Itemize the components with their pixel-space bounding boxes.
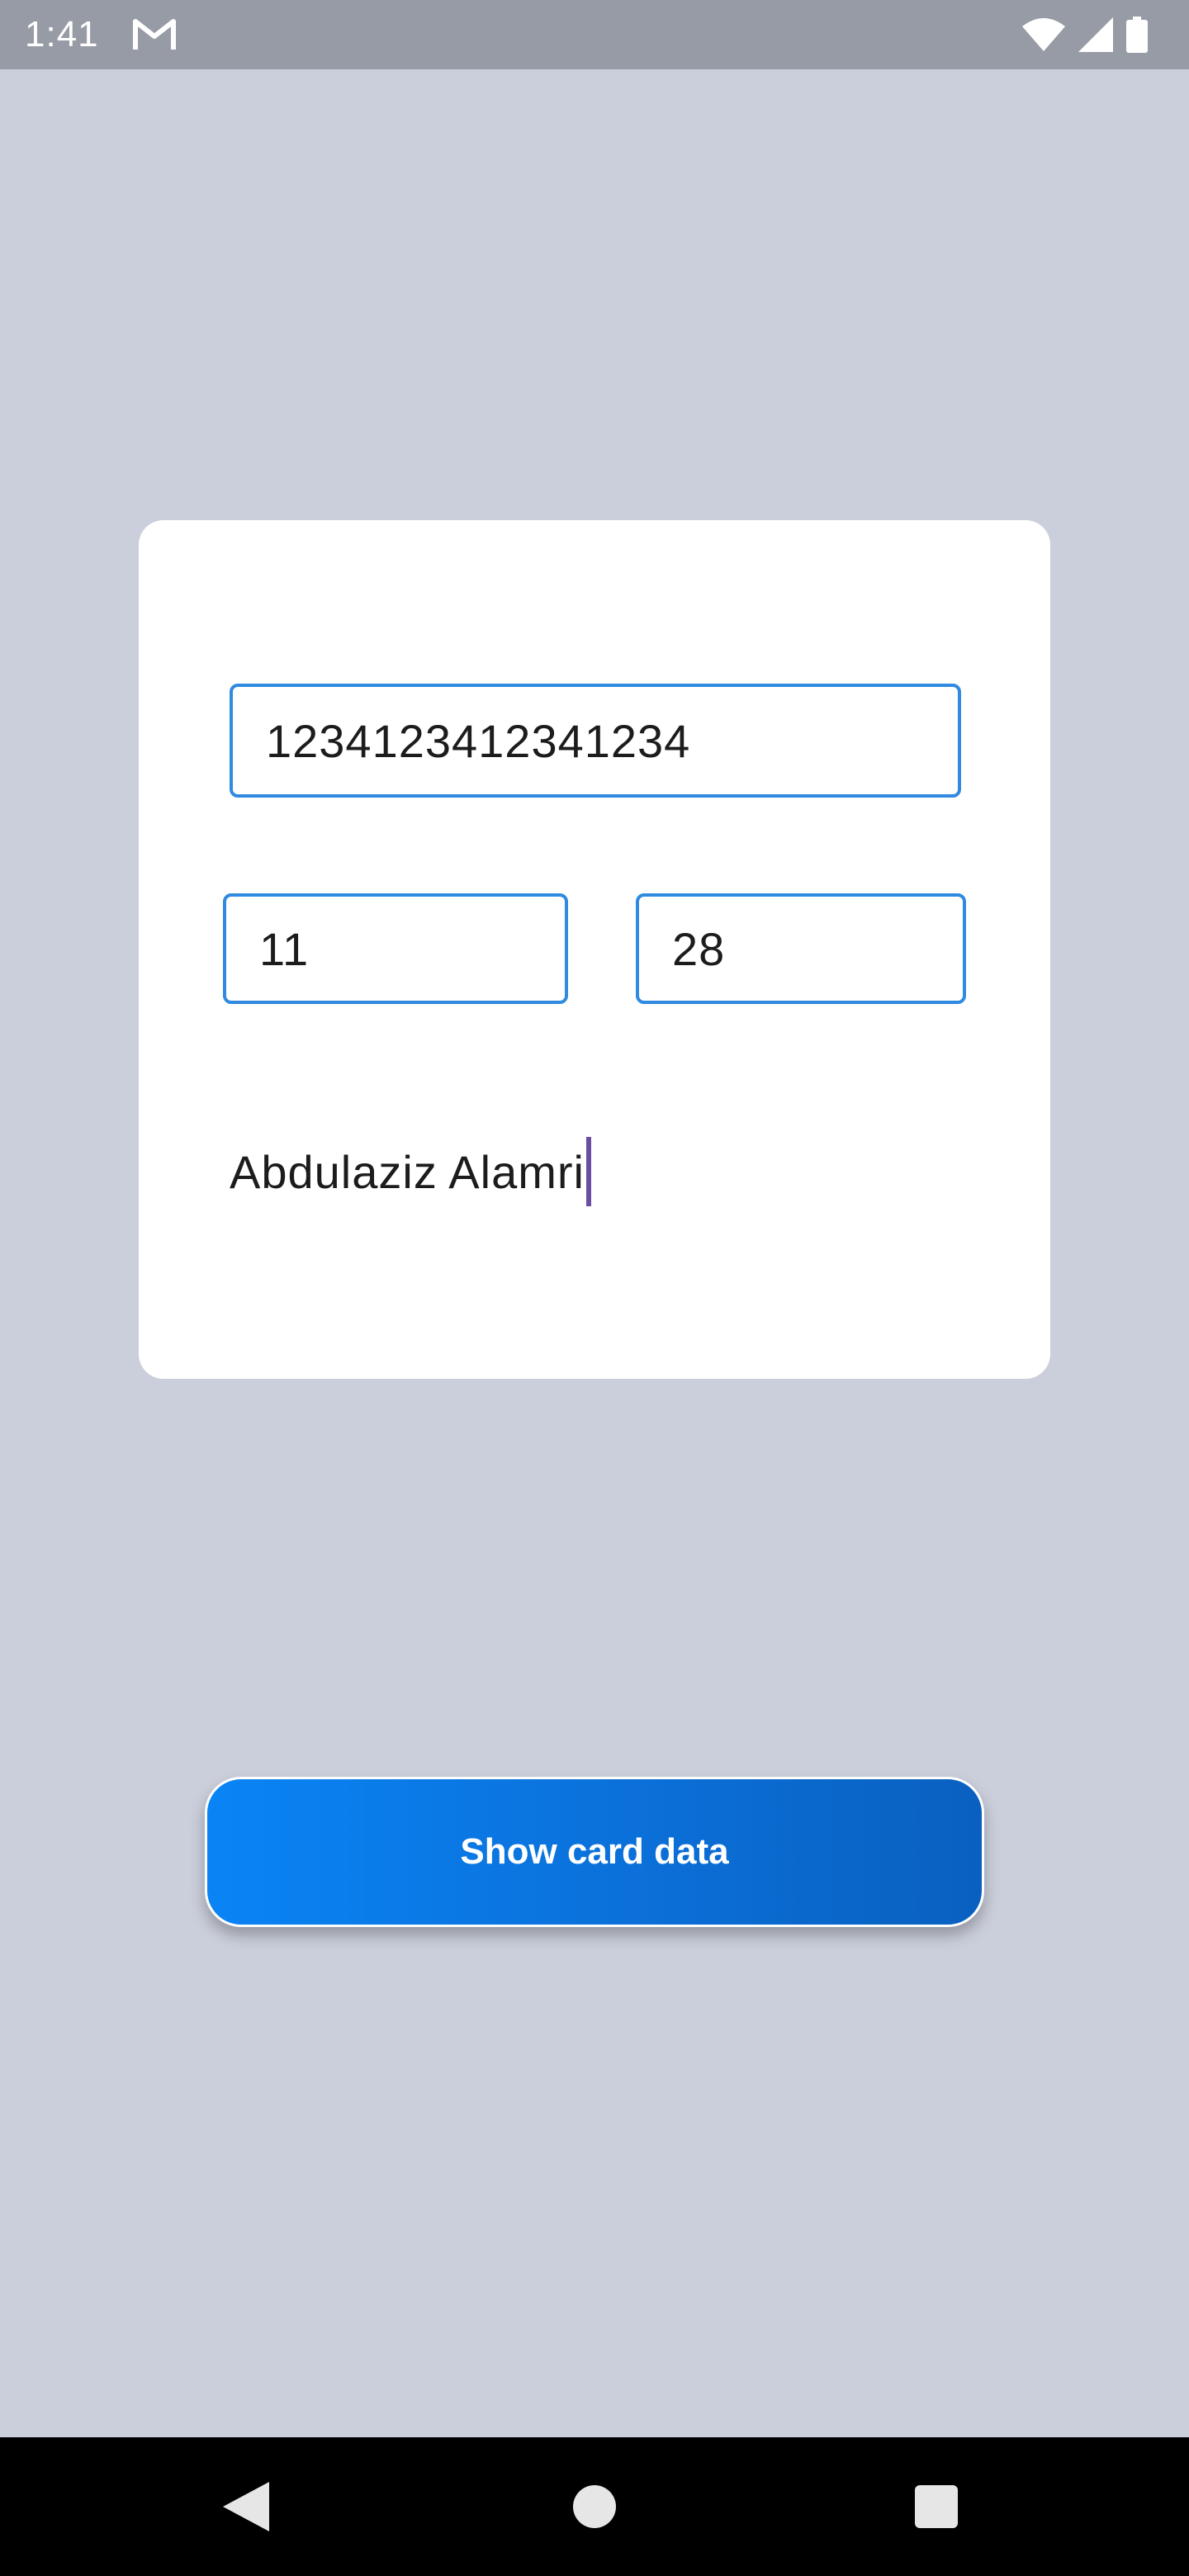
expiry-year-value: 28	[672, 922, 726, 975]
back-icon[interactable]	[223, 2482, 269, 2531]
expiry-month-field[interactable]: 11	[223, 893, 568, 1004]
card-number-value: 1234123412341234	[266, 714, 691, 767]
recents-icon[interactable]	[915, 2485, 958, 2528]
holder-name-field[interactable]: Abdulaziz Alamri	[230, 1134, 964, 1209]
text-caret	[585, 1137, 591, 1206]
status-bar: 1:41	[0, 0, 1189, 69]
status-icons	[1022, 17, 1148, 53]
signal-icon	[1078, 17, 1113, 52]
card-number-field[interactable]: 1234123412341234	[230, 684, 961, 798]
show-card-data-button[interactable]: Show card data	[205, 1777, 984, 1927]
navigation-bar	[0, 2437, 1189, 2576]
battery-icon	[1126, 17, 1148, 53]
expiry-month-value: 11	[259, 922, 310, 975]
status-time: 1:41	[25, 14, 99, 54]
wifi-icon	[1022, 18, 1065, 51]
card-form: 1234123412341234 11 28 Abdulaziz Alamri	[139, 520, 1050, 1379]
home-icon[interactable]	[573, 2485, 616, 2528]
gmail-icon	[133, 19, 176, 50]
holder-name-value: Abdulaziz Alamri	[230, 1145, 585, 1198]
show-card-data-label: Show card data	[460, 1831, 729, 1872]
expiry-year-field[interactable]: 28	[636, 893, 966, 1004]
